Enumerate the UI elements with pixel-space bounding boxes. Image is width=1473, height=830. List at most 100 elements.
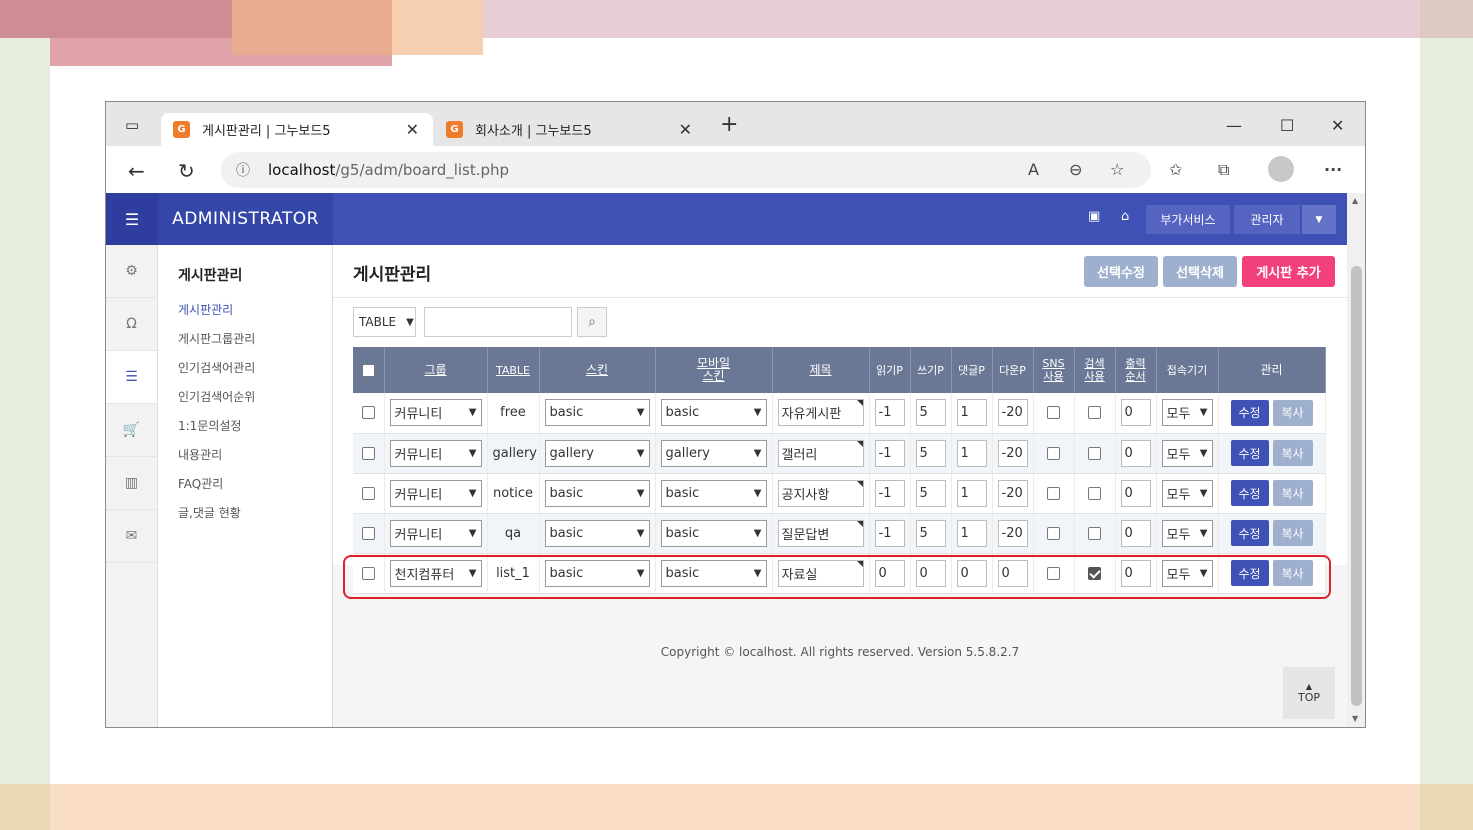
- submenu-item-post-status[interactable]: 글,댓글 현황: [178, 504, 255, 533]
- submenu-item-board-group[interactable]: 게시판그룹관리: [178, 330, 255, 359]
- read-point-input[interactable]: -1: [874, 479, 905, 507]
- copy-button[interactable]: 복사: [1272, 399, 1313, 426]
- admin-logo[interactable]: ADMINISTRATOR: [158, 193, 333, 245]
- read-aloud-icon[interactable]: A: [1028, 160, 1039, 179]
- address-bar[interactable]: ⓘ localhost /g5/adm/board_list.php: [221, 152, 1151, 188]
- order-input[interactable]: 0: [1120, 399, 1151, 427]
- row-checkbox[interactable]: [361, 406, 375, 420]
- mobile-skin-select[interactable]: gallery ▼: [660, 439, 767, 467]
- device-select[interactable]: 모두 ▼: [1161, 519, 1213, 547]
- comment-point-input[interactable]: 1: [956, 519, 987, 547]
- scroll-up-icon[interactable]: ▲: [1352, 196, 1358, 205]
- submenu-item-board[interactable]: 게시판관리: [178, 301, 255, 330]
- home-icon[interactable]: ⌂: [1121, 209, 1129, 224]
- submenu-item-qa-config[interactable]: 1:1문의설정: [178, 417, 255, 446]
- col-subject[interactable]: 제목: [772, 347, 870, 393]
- submenu-item-content[interactable]: 내용관리: [178, 446, 255, 475]
- minimize-icon[interactable]: —: [1226, 116, 1242, 135]
- group-select[interactable]: 커뮤니티 ▼: [389, 439, 482, 467]
- sns-checkbox[interactable]: [1047, 486, 1060, 500]
- refresh-icon[interactable]: ↻: [178, 159, 195, 183]
- copy-button[interactable]: 복사: [1272, 520, 1313, 546]
- read-point-input[interactable]: -1: [874, 399, 905, 427]
- zoom-icon[interactable]: ⊖: [1069, 160, 1082, 179]
- write-point-input[interactable]: 5: [915, 439, 946, 467]
- more-icon[interactable]: ···: [1324, 160, 1342, 179]
- mobile-skin-select[interactable]: basic ▼: [660, 479, 767, 507]
- edit-button[interactable]: 수정: [1230, 399, 1269, 426]
- write-point-input[interactable]: 5: [915, 399, 946, 427]
- comment-point-input[interactable]: 1: [956, 479, 987, 507]
- add-board-button[interactable]: 게시판 추가: [1242, 256, 1335, 287]
- download-point-input[interactable]: -20: [997, 399, 1028, 427]
- select-edit-button[interactable]: 선택수정: [1084, 256, 1158, 287]
- order-input[interactable]: 0: [1120, 439, 1151, 467]
- close-tab-icon[interactable]: ✕: [406, 120, 419, 139]
- col-table[interactable]: TABLE: [487, 347, 540, 393]
- submenu-item-popular-rank[interactable]: 인기검색어순위: [178, 388, 255, 417]
- col-search[interactable]: 검색 사용: [1074, 347, 1116, 393]
- new-tab-button[interactable]: +: [720, 112, 738, 137]
- device-select[interactable]: 모두 ▼: [1161, 479, 1213, 507]
- search-checkbox[interactable]: [1088, 406, 1101, 420]
- addon-service-button[interactable]: 부가서비스: [1146, 205, 1230, 234]
- skin-select[interactable]: basic ▼: [544, 399, 650, 427]
- chevron-down-icon[interactable]: ▼: [1302, 205, 1336, 234]
- read-point-input[interactable]: -1: [874, 519, 905, 547]
- close-tab-icon[interactable]: ✕: [679, 120, 692, 139]
- select-all-checkbox[interactable]: [353, 347, 385, 393]
- member-icon[interactable]: Ω: [106, 298, 157, 351]
- top-button[interactable]: ▲ TOP: [1283, 667, 1335, 719]
- favorites-icon[interactable]: ✩: [1169, 160, 1182, 179]
- row-checkbox[interactable]: [361, 526, 375, 540]
- col-skin[interactable]: 스킨: [539, 347, 656, 393]
- comment-point-input[interactable]: 1: [956, 399, 987, 427]
- search-checkbox[interactable]: [1088, 526, 1101, 540]
- favorite-add-icon[interactable]: ☆: [1110, 160, 1124, 179]
- mail-icon[interactable]: ✉: [106, 510, 157, 563]
- tab-company-intro[interactable]: G 회사소개 | 그누보드5 ✕: [436, 113, 706, 146]
- write-point-input[interactable]: 5: [915, 519, 946, 547]
- sns-checkbox[interactable]: [1047, 526, 1060, 540]
- mobile-skin-select[interactable]: basic ▼: [660, 519, 767, 547]
- row-checkbox[interactable]: [361, 446, 375, 460]
- close-window-icon[interactable]: ✕: [1331, 116, 1344, 135]
- order-input[interactable]: 0: [1120, 479, 1151, 507]
- device-select[interactable]: 모두 ▼: [1161, 399, 1213, 427]
- write-point-input[interactable]: 5: [915, 479, 946, 507]
- download-point-input[interactable]: -20: [997, 479, 1028, 507]
- download-point-input[interactable]: -20: [997, 439, 1028, 467]
- group-select[interactable]: 커뮤니티 ▼: [389, 399, 482, 427]
- subject-input[interactable]: 자유게시판: [777, 399, 864, 427]
- scroll-down-icon[interactable]: ▼: [1352, 714, 1358, 723]
- skin-select[interactable]: gallery ▼: [544, 439, 650, 467]
- col-sns[interactable]: SNS 사용: [1033, 347, 1075, 393]
- skin-select[interactable]: basic ▼: [544, 519, 650, 547]
- search-checkbox[interactable]: [1088, 446, 1101, 460]
- info-icon[interactable]: ⓘ: [236, 160, 250, 180]
- search-icon[interactable]: ⌕: [577, 307, 607, 337]
- subject-input[interactable]: 갤러리: [777, 439, 864, 467]
- stats-icon[interactable]: ▥: [106, 457, 157, 510]
- sns-checkbox[interactable]: [1047, 446, 1060, 460]
- read-point-input[interactable]: -1: [874, 439, 905, 467]
- comment-point-input[interactable]: 1: [956, 439, 987, 467]
- group-select[interactable]: 커뮤니티 ▼: [389, 479, 482, 507]
- subject-input[interactable]: 공지사항: [777, 479, 864, 507]
- collections-icon[interactable]: ⧉: [1218, 160, 1229, 180]
- shop-icon[interactable]: ▣: [1088, 209, 1100, 224]
- submenu-item-popular-search[interactable]: 인기검색어관리: [178, 359, 255, 388]
- edit-button[interactable]: 수정: [1230, 520, 1269, 546]
- col-mobile-skin[interactable]: 모바일 스킨: [655, 347, 773, 393]
- submenu-item-faq[interactable]: FAQ관리: [178, 475, 255, 504]
- settings-icon[interactable]: ⚙: [106, 245, 157, 298]
- page-scrollbar[interactable]: ▲ ▼: [1347, 193, 1365, 727]
- copy-button[interactable]: 복사: [1272, 480, 1313, 506]
- skin-select[interactable]: basic ▼: [544, 479, 650, 507]
- sns-checkbox[interactable]: [1047, 406, 1060, 420]
- profile-icon[interactable]: [1268, 156, 1294, 182]
- tab-actions-icon[interactable]: ▭: [125, 116, 139, 134]
- col-order[interactable]: 출력 순서: [1115, 347, 1157, 393]
- col-group[interactable]: 그룹: [384, 347, 488, 393]
- group-select[interactable]: 커뮤니티 ▼: [389, 519, 482, 547]
